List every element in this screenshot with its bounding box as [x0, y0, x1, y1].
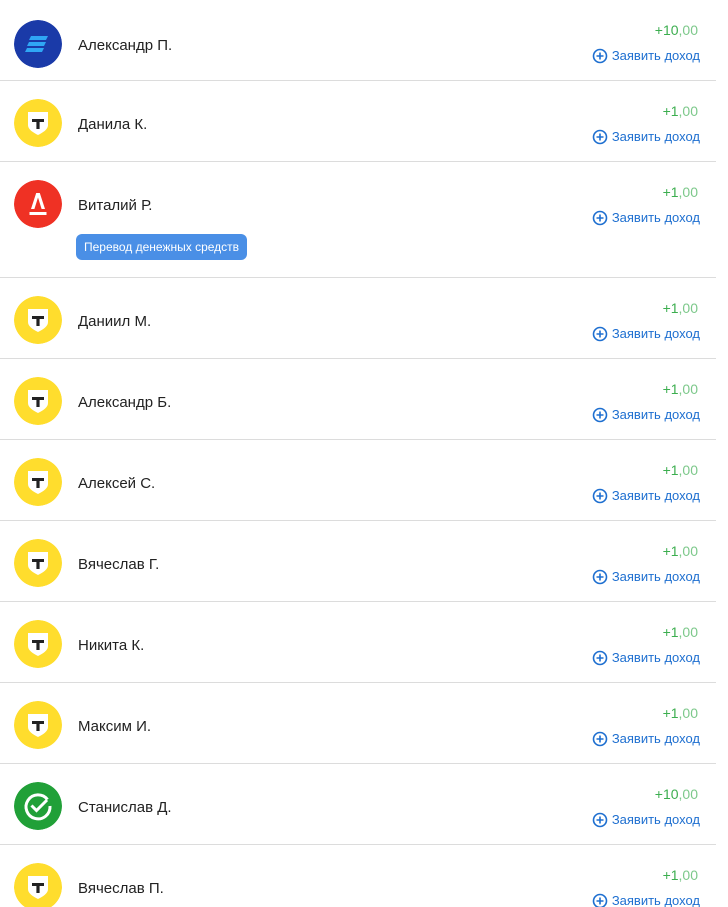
claim-income-button[interactable]: Заявить доход: [592, 47, 700, 65]
transaction-row[interactable]: Максим И. +1,00 Заявить доход: [0, 683, 716, 764]
sender-name: Максим И.: [78, 718, 152, 735]
yellow-t-bank-icon: [14, 863, 62, 907]
amount: +1,00: [662, 624, 698, 640]
claim-income-label: Заявить доход: [611, 488, 700, 503]
amount: +1,00: [662, 867, 698, 883]
yellow-t-bank-icon: [14, 296, 62, 344]
yellow-t-bank-icon: [14, 99, 62, 147]
plus-circle-icon: [592, 731, 608, 747]
amount: +1,00: [662, 543, 698, 559]
claim-income-label: Заявить доход: [611, 129, 700, 144]
transaction-row[interactable]: Никита К. +1,00 Заявить доход: [0, 602, 716, 683]
sender-name: Данила К.: [78, 116, 148, 133]
claim-income-button[interactable]: Заявить доход: [592, 406, 700, 424]
claim-income-button[interactable]: Заявить доход: [592, 487, 700, 505]
plus-circle-icon: [592, 650, 608, 666]
amount: +1,00: [662, 462, 698, 478]
transaction-row[interactable]: Даниил М. +1,00 Заявить доход: [0, 278, 716, 359]
sender-name: Алексей С.: [78, 475, 156, 492]
claim-income-button[interactable]: Заявить доход: [592, 209, 700, 227]
plus-circle-icon: [592, 48, 608, 64]
yellow-t-bank-icon: [14, 539, 62, 587]
sender-name: Даниил М.: [78, 313, 152, 330]
amount: +10,00: [654, 786, 698, 802]
claim-income-button[interactable]: Заявить доход: [592, 649, 700, 667]
sender-name: Александр Б.: [78, 394, 172, 411]
claim-income-button[interactable]: Заявить доход: [592, 568, 700, 586]
amount: +1,00: [662, 103, 698, 119]
plus-circle-icon: [592, 488, 608, 504]
claim-income-button[interactable]: Заявить доход: [592, 128, 700, 146]
sender-name: Никита К.: [78, 637, 145, 654]
claim-income-label: Заявить доход: [611, 407, 700, 422]
amount: +10,00: [654, 22, 698, 38]
plus-circle-icon: [592, 129, 608, 145]
amount: +1,00: [662, 184, 698, 200]
claim-income-label: Заявить доход: [611, 569, 700, 584]
sender-name: Виталий Р.: [78, 197, 153, 214]
claim-income-label: Заявить доход: [611, 210, 700, 225]
transaction-row[interactable]: Александр Б. +1,00 Заявить доход: [0, 359, 716, 440]
blue-bank-icon: [14, 20, 62, 68]
sender-name: Станислав Д.: [78, 799, 172, 816]
claim-income-button[interactable]: Заявить доход: [592, 811, 700, 829]
amount: +1,00: [662, 705, 698, 721]
plus-circle-icon: [592, 812, 608, 828]
sender-name: Александр П.: [78, 37, 173, 54]
yellow-t-bank-icon: [14, 701, 62, 749]
transaction-row[interactable]: Виталий Р. +1,00 Заявить доход Перевод д…: [0, 162, 716, 278]
amount: +1,00: [662, 381, 698, 397]
green-check-bank-icon: [14, 782, 62, 830]
claim-income-label: Заявить доход: [611, 731, 700, 746]
red-a-bank-icon: [14, 180, 62, 228]
claim-income-label: Заявить доход: [611, 893, 700, 907]
yellow-t-bank-icon: [14, 458, 62, 506]
plus-circle-icon: [592, 893, 608, 907]
category-tag[interactable]: Перевод денежных средств: [76, 234, 248, 260]
amount: +1,00: [662, 300, 698, 316]
claim-income-label: Заявить доход: [611, 812, 700, 827]
claim-income-label: Заявить доход: [611, 48, 700, 63]
yellow-t-bank-icon: [14, 620, 62, 668]
yellow-t-bank-icon: [14, 377, 62, 425]
transaction-row[interactable]: Станислав Д. +10,00 Заявить доход: [0, 764, 716, 845]
claim-income-button[interactable]: Заявить доход: [592, 325, 700, 343]
plus-circle-icon: [592, 407, 608, 423]
claim-income-button[interactable]: Заявить доход: [592, 892, 700, 907]
sender-name: Вячеслав Г.: [78, 556, 160, 573]
claim-income-button[interactable]: Заявить доход: [592, 730, 700, 748]
transaction-list: Александр П. +10,00 Заявить доход Данила…: [0, 0, 716, 907]
transaction-row[interactable]: Александр П. +10,00 Заявить доход: [0, 0, 716, 81]
transaction-row[interactable]: Алексей С. +1,00 Заявить доход: [0, 440, 716, 521]
sender-name: Вячеслав П.: [78, 880, 164, 897]
plus-circle-icon: [592, 569, 608, 585]
claim-income-label: Заявить доход: [611, 650, 700, 665]
transaction-row[interactable]: Вячеслав Г. +1,00 Заявить доход: [0, 521, 716, 602]
claim-income-label: Заявить доход: [611, 326, 700, 341]
transaction-row[interactable]: Данила К. +1,00 Заявить доход: [0, 81, 716, 162]
plus-circle-icon: [592, 210, 608, 226]
transaction-row[interactable]: Вячеслав П. +1,00 Заявить доход: [0, 845, 716, 907]
plus-circle-icon: [592, 326, 608, 342]
